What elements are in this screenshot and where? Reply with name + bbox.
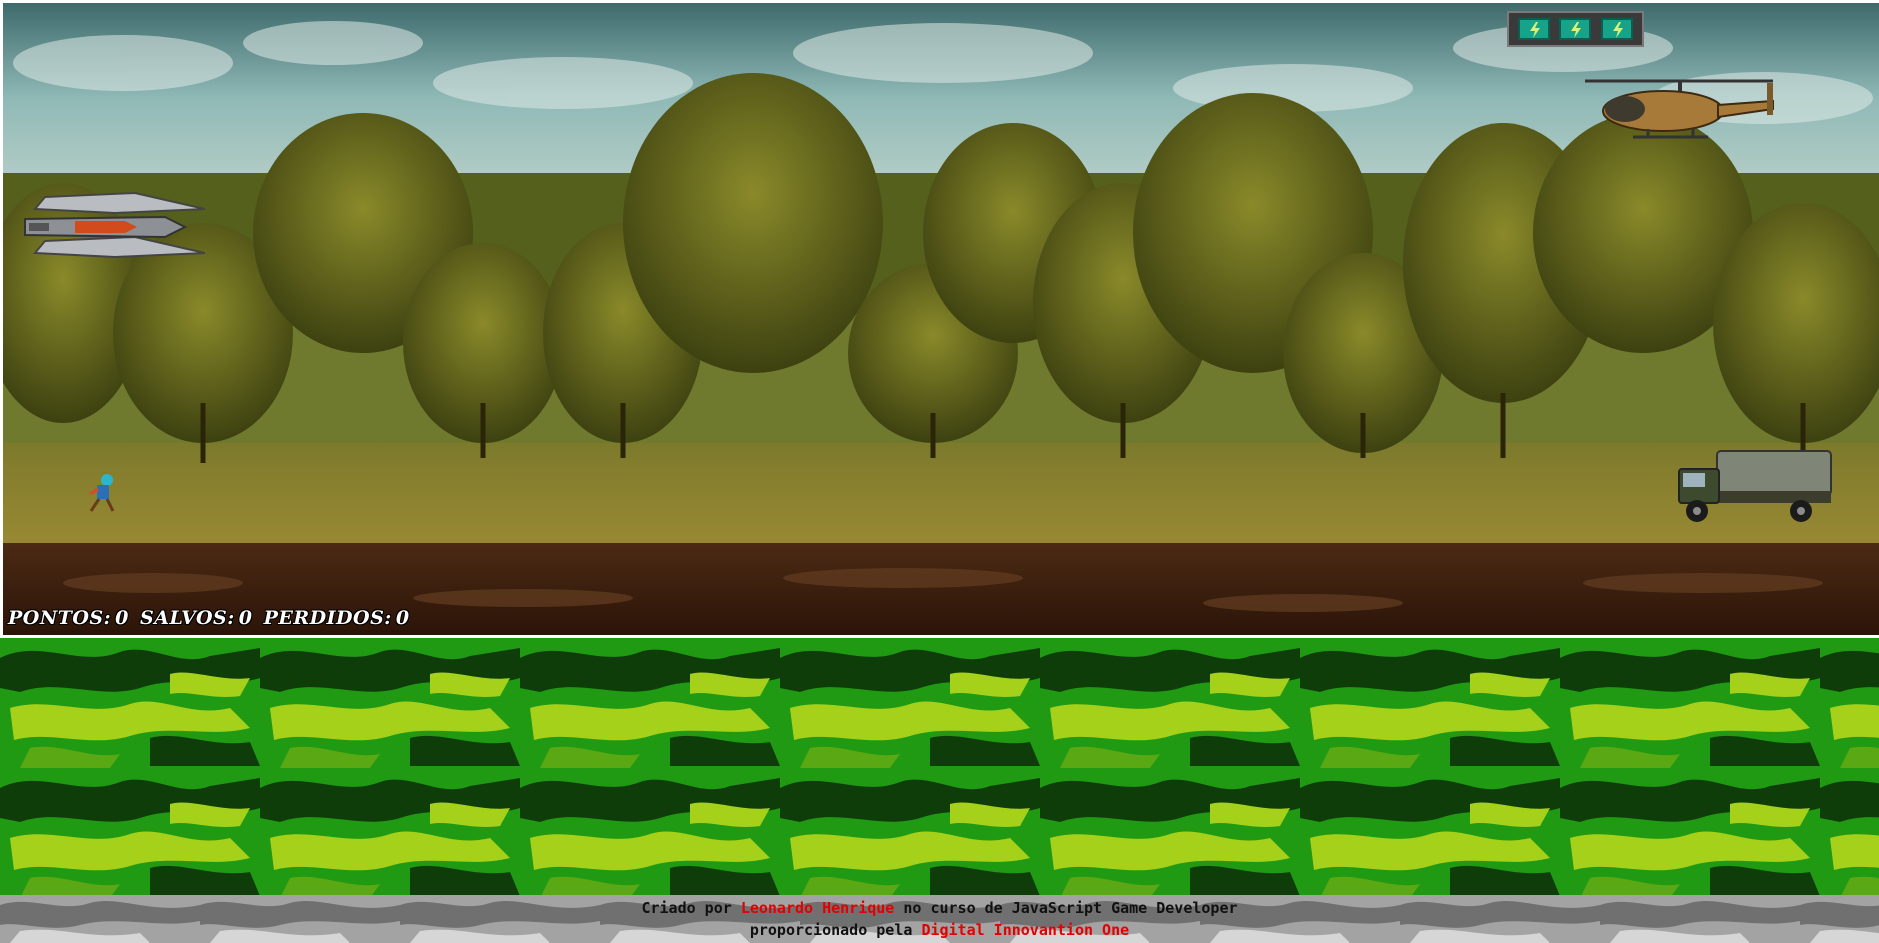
camouflage-panel (0, 638, 1879, 895)
credits-line-1: Criado por Leonardo Henrique no curso de… (0, 897, 1879, 919)
author-link[interactable]: Leonardo Henrique (741, 899, 895, 917)
score-label: PONTOS: (8, 607, 112, 629)
energy-cell (1517, 18, 1550, 40)
score-value: 0 (115, 607, 129, 629)
credits-course: no curso de JavaScript Game Developer (903, 899, 1238, 917)
saved-label: SALVOS: (140, 607, 235, 629)
game-canvas[interactable]: PONTOS: 0 SALVOS: 0 PERDIDOS: 0 (3, 3, 1879, 635)
enemy-spaceship-sprite (24, 191, 205, 259)
lightning-icon (1529, 22, 1540, 38)
credits-provided-by: proporcionado pela (749, 921, 913, 939)
credits-text: Criado por Leonardo Henrique no curso de… (0, 895, 1879, 941)
credits-line-2: proporcionado pela Digital Innovantion O… (0, 919, 1879, 941)
footer: Criado por Leonardo Henrique no curso de… (0, 895, 1879, 943)
energy-cell (1559, 18, 1592, 40)
lost-value: 0 (395, 607, 410, 629)
helicopter-sprite (1585, 79, 1774, 139)
lost-label: PERDIDOS: (263, 607, 392, 629)
organization-link[interactable]: Digital Innovantion One (921, 921, 1129, 939)
ally-player-sprite[interactable] (83, 473, 119, 513)
energy-bar (1507, 11, 1644, 47)
score-hud: PONTOS: 0 SALVOS: 0 PERDIDOS: 0 (8, 607, 414, 629)
energy-cell (1601, 18, 1634, 40)
truck-sprite (1678, 450, 1832, 522)
camouflage-pattern (0, 638, 1879, 895)
saved-value: 0 (238, 607, 253, 629)
lightning-icon (1613, 22, 1624, 38)
credits-prefix: Criado por (641, 899, 732, 917)
lightning-icon (1571, 22, 1582, 38)
